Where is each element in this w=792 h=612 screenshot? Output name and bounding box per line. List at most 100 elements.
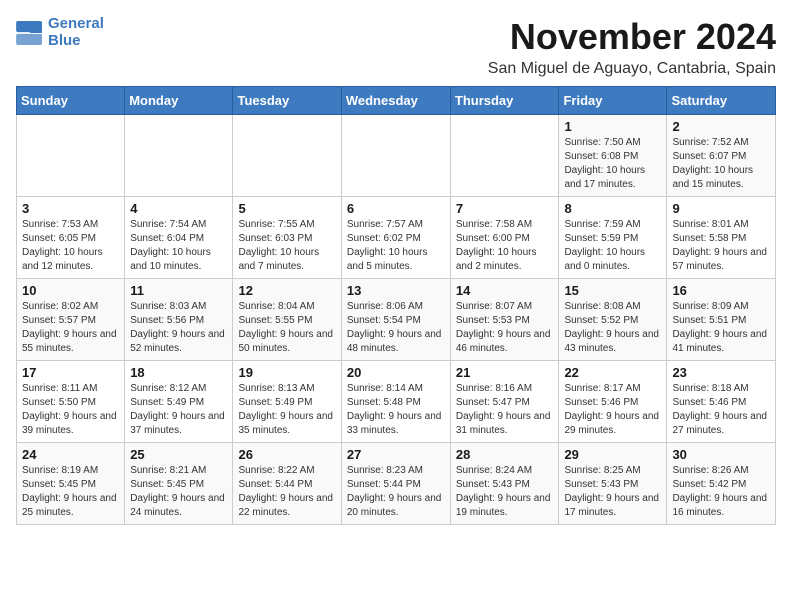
calendar-cell: 1 Sunrise: 7:50 AM Sunset: 6:08 PM Daylig… xyxy=(559,115,667,197)
header-monday: Monday xyxy=(125,87,233,115)
logo: General Blue xyxy=(16,16,104,49)
day-number: 28 xyxy=(456,447,554,462)
day-info: Sunrise: 8:03 AM Sunset: 5:56 PM Dayligh… xyxy=(130,300,227,356)
day-number: 19 xyxy=(238,365,335,380)
day-info: Sunrise: 7:50 AM Sunset: 6:08 PM Dayligh… xyxy=(564,136,661,192)
logo-icon xyxy=(16,21,44,45)
calendar-cell: 16 Sunrise: 8:09 AM Sunset: 5:51 PM Dayli… xyxy=(667,279,776,361)
calendar-cell: 2 Sunrise: 7:52 AM Sunset: 6:07 PM Daylig… xyxy=(667,115,776,197)
calendar-week-2: 3 Sunrise: 7:53 AM Sunset: 6:05 PM Daylig… xyxy=(17,197,776,279)
calendar-header-row: SundayMondayTuesdayWednesdayThursdayFrid… xyxy=(17,87,776,115)
calendar-cell: 13 Sunrise: 8:06 AM Sunset: 5:54 PM Dayli… xyxy=(341,279,450,361)
calendar-cell: 3 Sunrise: 7:53 AM Sunset: 6:05 PM Daylig… xyxy=(17,197,125,279)
calendar-cell: 26Sunrise: 8:22 AM Sunset: 5:44 PM Dayli… xyxy=(233,443,341,525)
day-info: Sunrise: 7:54 AM Sunset: 6:04 PM Dayligh… xyxy=(130,218,227,274)
day-info: Sunrise: 8:02 AM Sunset: 5:57 PM Dayligh… xyxy=(22,300,119,356)
day-number: 2 xyxy=(672,119,770,134)
day-number: 9 xyxy=(672,201,770,216)
day-info: Sunrise: 8:08 AM Sunset: 5:52 PM Dayligh… xyxy=(564,300,661,356)
calendar-cell: 22 Sunrise: 8:17 AM Sunset: 5:46 PM Dayli… xyxy=(559,361,667,443)
day-number: 11 xyxy=(130,283,227,298)
day-number: 27 xyxy=(347,447,445,462)
day-number: 8 xyxy=(564,201,661,216)
month-title: November 2024 xyxy=(488,16,776,58)
day-info: Sunrise: 8:17 AM Sunset: 5:46 PM Dayligh… xyxy=(564,382,661,438)
calendar-cell xyxy=(233,115,341,197)
day-number: 6 xyxy=(347,201,445,216)
day-number: 16 xyxy=(672,283,770,298)
calendar-cell: 20Sunrise: 8:14 AM Sunset: 5:48 PM Dayli… xyxy=(341,361,450,443)
calendar-cell: 11 Sunrise: 8:03 AM Sunset: 5:56 PM Dayli… xyxy=(125,279,233,361)
calendar-week-4: 17Sunrise: 8:11 AM Sunset: 5:50 PM Dayli… xyxy=(17,361,776,443)
day-number: 12 xyxy=(238,283,335,298)
day-number: 3 xyxy=(22,201,119,216)
day-info: Sunrise: 8:18 AM Sunset: 5:46 PM Dayligh… xyxy=(672,382,770,438)
day-number: 29 xyxy=(564,447,661,462)
calendar-cell xyxy=(17,115,125,197)
calendar-cell: 24 Sunrise: 8:19 AM Sunset: 5:45 PM Dayli… xyxy=(17,443,125,525)
calendar-cell: 29 Sunrise: 8:25 AM Sunset: 5:43 PM Dayli… xyxy=(559,443,667,525)
day-info: Sunrise: 8:16 AM Sunset: 5:47 PM Dayligh… xyxy=(456,382,554,438)
calendar-cell: 8 Sunrise: 7:59 AM Sunset: 5:59 PM Daylig… xyxy=(559,197,667,279)
day-info: Sunrise: 7:58 AM Sunset: 6:00 PM Dayligh… xyxy=(456,218,554,274)
calendar-cell: 27 Sunrise: 8:23 AM Sunset: 5:44 PM Dayli… xyxy=(341,443,450,525)
day-info: Sunrise: 8:25 AM Sunset: 5:43 PM Dayligh… xyxy=(564,464,661,520)
day-info: Sunrise: 8:12 AM Sunset: 5:49 PM Dayligh… xyxy=(130,382,227,438)
header-thursday: Thursday xyxy=(450,87,559,115)
calendar-cell: 28 Sunrise: 8:24 AM Sunset: 5:43 PM Dayli… xyxy=(450,443,559,525)
calendar-week-5: 24 Sunrise: 8:19 AM Sunset: 5:45 PM Dayli… xyxy=(17,443,776,525)
header-friday: Friday xyxy=(559,87,667,115)
day-number: 1 xyxy=(564,119,661,134)
calendar-week-3: 10 Sunrise: 8:02 AM Sunset: 5:57 PM Dayli… xyxy=(17,279,776,361)
calendar-cell: 17Sunrise: 8:11 AM Sunset: 5:50 PM Dayli… xyxy=(17,361,125,443)
day-number: 10 xyxy=(22,283,119,298)
day-info: Sunrise: 7:52 AM Sunset: 6:07 PM Dayligh… xyxy=(672,136,770,192)
header-tuesday: Tuesday xyxy=(233,87,341,115)
day-number: 15 xyxy=(564,283,661,298)
day-info: Sunrise: 7:59 AM Sunset: 5:59 PM Dayligh… xyxy=(564,218,661,274)
day-number: 24 xyxy=(22,447,119,462)
day-info: Sunrise: 7:57 AM Sunset: 6:02 PM Dayligh… xyxy=(347,218,445,274)
calendar-cell: 30 Sunrise: 8:26 AM Sunset: 5:42 PM Dayli… xyxy=(667,443,776,525)
day-number: 7 xyxy=(456,201,554,216)
day-number: 22 xyxy=(564,365,661,380)
header-saturday: Saturday xyxy=(667,87,776,115)
calendar-cell: 23Sunrise: 8:18 AM Sunset: 5:46 PM Dayli… xyxy=(667,361,776,443)
title-section: November 2024 San Miguel de Aguayo, Cant… xyxy=(488,16,776,78)
day-number: 30 xyxy=(672,447,770,462)
calendar-cell xyxy=(341,115,450,197)
day-info: Sunrise: 8:06 AM Sunset: 5:54 PM Dayligh… xyxy=(347,300,445,356)
calendar-cell: 7 Sunrise: 7:58 AM Sunset: 6:00 PM Daylig… xyxy=(450,197,559,279)
day-number: 21 xyxy=(456,365,554,380)
day-info: Sunrise: 7:55 AM Sunset: 6:03 PM Dayligh… xyxy=(238,218,335,274)
header-wednesday: Wednesday xyxy=(341,87,450,115)
day-info: Sunrise: 8:09 AM Sunset: 5:51 PM Dayligh… xyxy=(672,300,770,356)
day-info: Sunrise: 8:24 AM Sunset: 5:43 PM Dayligh… xyxy=(456,464,554,520)
day-number: 4 xyxy=(130,201,227,216)
day-number: 13 xyxy=(347,283,445,298)
day-number: 5 xyxy=(238,201,335,216)
calendar-cell: 21 Sunrise: 8:16 AM Sunset: 5:47 PM Dayli… xyxy=(450,361,559,443)
calendar-cell: 10 Sunrise: 8:02 AM Sunset: 5:57 PM Dayli… xyxy=(17,279,125,361)
day-info: Sunrise: 8:11 AM Sunset: 5:50 PM Dayligh… xyxy=(22,382,119,438)
day-info: Sunrise: 8:23 AM Sunset: 5:44 PM Dayligh… xyxy=(347,464,445,520)
calendar-cell: 4 Sunrise: 7:54 AM Sunset: 6:04 PM Daylig… xyxy=(125,197,233,279)
calendar-cell: 14 Sunrise: 8:07 AM Sunset: 5:53 PM Dayli… xyxy=(450,279,559,361)
day-info: Sunrise: 7:53 AM Sunset: 6:05 PM Dayligh… xyxy=(22,218,119,274)
day-info: Sunrise: 8:13 AM Sunset: 5:49 PM Dayligh… xyxy=(238,382,335,438)
calendar-cell: 19 Sunrise: 8:13 AM Sunset: 5:49 PM Dayli… xyxy=(233,361,341,443)
day-info: Sunrise: 8:26 AM Sunset: 5:42 PM Dayligh… xyxy=(672,464,770,520)
day-info: Sunrise: 8:01 AM Sunset: 5:58 PM Dayligh… xyxy=(672,218,770,274)
calendar-cell: 25 Sunrise: 8:21 AM Sunset: 5:45 PM Dayli… xyxy=(125,443,233,525)
day-number: 25 xyxy=(130,447,227,462)
day-info: Sunrise: 8:07 AM Sunset: 5:53 PM Dayligh… xyxy=(456,300,554,356)
day-info: Sunrise: 8:04 AM Sunset: 5:55 PM Dayligh… xyxy=(238,300,335,356)
day-number: 26 xyxy=(238,447,335,462)
day-number: 14 xyxy=(456,283,554,298)
day-info: Sunrise: 8:19 AM Sunset: 5:45 PM Dayligh… xyxy=(22,464,119,520)
location-title: San Miguel de Aguayo, Cantabria, Spain xyxy=(488,60,776,78)
logo-blue: Blue xyxy=(48,33,104,50)
day-info: Sunrise: 8:21 AM Sunset: 5:45 PM Dayligh… xyxy=(130,464,227,520)
page-header: General Blue November 2024 San Miguel de… xyxy=(16,16,776,78)
calendar-cell: 18Sunrise: 8:12 AM Sunset: 5:49 PM Dayli… xyxy=(125,361,233,443)
